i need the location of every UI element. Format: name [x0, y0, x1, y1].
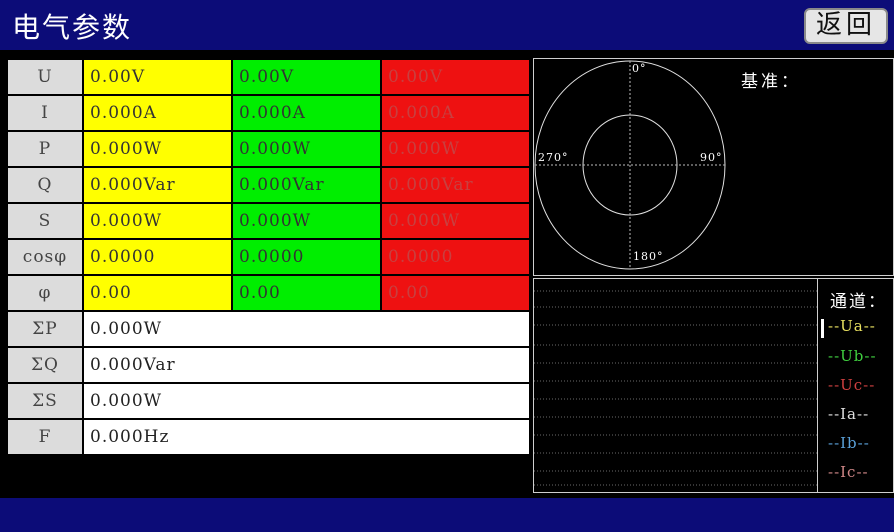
reference-label: 基准：	[741, 72, 801, 92]
waveform-panel: 通道： --Ua-- --Ub-- --Uc-- --Ia-- --Ib-- -…	[533, 278, 894, 493]
row-label: φ	[8, 276, 82, 310]
phase-a-value: 0.000W	[84, 204, 231, 238]
row-label: U	[8, 60, 82, 94]
deg-270-label: 270°	[538, 151, 569, 164]
row-label: F	[8, 420, 82, 454]
phase-b-value: 0.000W	[233, 132, 380, 166]
page-title: 电气参数	[12, 11, 133, 44]
channel-ua[interactable]: --Ua--	[828, 317, 876, 335]
phase-a-value: 0.000A	[84, 96, 231, 130]
phase-a-value: 0.000Var	[84, 168, 231, 202]
back-button[interactable]: 返回	[804, 8, 888, 44]
phase-c-value: 0.000Var	[382, 168, 529, 202]
phase-a-value: 0.0000	[84, 240, 231, 274]
phase-c-value: 0.0000	[382, 240, 529, 274]
phase-a-value: 0.00	[84, 276, 231, 310]
channel-ic[interactable]: --Ic--	[828, 463, 869, 481]
deg-90-label: 90°	[700, 151, 723, 164]
channel-ub[interactable]: --Ub--	[828, 347, 877, 365]
channel-legend: 通道： --Ua-- --Ub-- --Uc-- --Ia-- --Ib-- -…	[817, 279, 893, 492]
waveform-grid	[534, 290, 817, 486]
row-label: S	[8, 204, 82, 238]
phasor-diagram: 0° 90° 180° 270° 基准：	[533, 58, 894, 276]
phase-c-value: 0.000W	[382, 132, 529, 166]
phase-c-value: 0.00	[382, 276, 529, 310]
phasor-plot	[534, 60, 726, 270]
total-value: 0.000W	[84, 384, 529, 418]
total-value: 0.000W	[84, 312, 529, 346]
row-label: cosφ	[8, 240, 82, 274]
phase-b-value: 0.00	[233, 276, 380, 310]
row-label: Q	[8, 168, 82, 202]
footer-bar	[0, 498, 894, 532]
channel-cursor	[821, 319, 824, 338]
channel-title: 通道：	[830, 292, 887, 312]
phase-b-value: 0.000W	[233, 204, 380, 238]
phase-a-value: 0.000W	[84, 132, 231, 166]
phase-c-value: 0.000W	[382, 204, 529, 238]
phase-c-value: 0.00V	[382, 60, 529, 94]
phase-c-value: 0.000A	[382, 96, 529, 130]
channel-ib[interactable]: --Ib--	[828, 434, 870, 452]
phase-b-value: 0.000A	[233, 96, 380, 130]
channel-uc[interactable]: --Uc--	[828, 376, 875, 394]
title-bar: 电气参数 返回	[0, 0, 894, 50]
row-label: ΣP	[8, 312, 82, 346]
deg-180-label: 180°	[633, 250, 664, 263]
row-label: ΣS	[8, 384, 82, 418]
phase-a-value: 0.00V	[84, 60, 231, 94]
deg-0-label: 0°	[632, 62, 647, 75]
total-value: 0.000Hz	[84, 420, 529, 454]
phase-b-value: 0.00V	[233, 60, 380, 94]
channel-ia[interactable]: --Ia--	[828, 405, 869, 423]
row-label: ΣQ	[8, 348, 82, 382]
total-value: 0.000Var	[84, 348, 529, 382]
phase-b-value: 0.000Var	[233, 168, 380, 202]
row-label: P	[8, 132, 82, 166]
phase-b-value: 0.0000	[233, 240, 380, 274]
row-label: I	[8, 96, 82, 130]
